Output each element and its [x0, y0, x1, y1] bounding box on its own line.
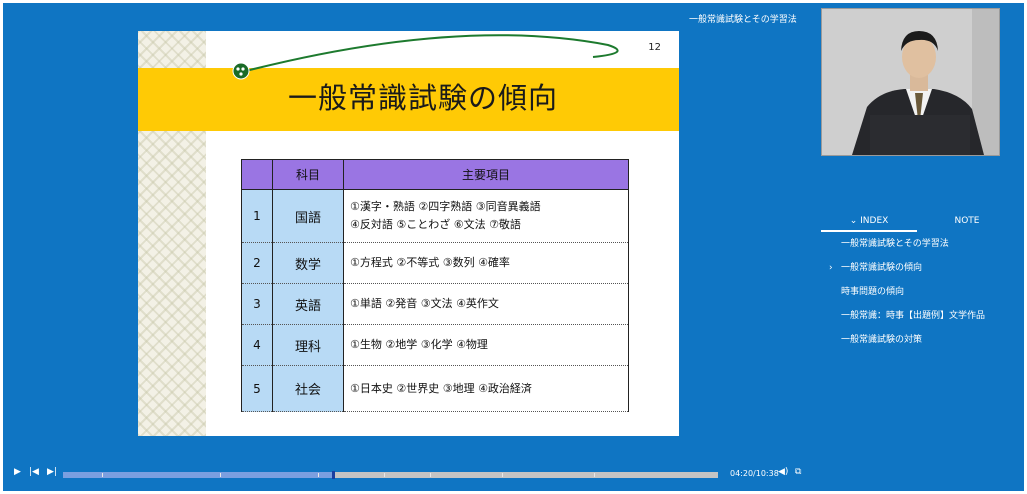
- chevron-right-icon: ›: [829, 263, 833, 273]
- row-item-line: ①漢字・熟語 ②四字熟語 ③同音異義語: [350, 200, 541, 213]
- table-header-cell: 主要項目: [343, 159, 629, 190]
- row-item-line: ①単語 ②発音 ③文法 ④英作文: [350, 297, 499, 310]
- row-item-line: ①日本史 ②世界史 ③地理 ④政治経済: [350, 381, 532, 395]
- slide: 12 一般常識試験の傾向 科目 主要項目 1 国語 ①漢字・熟語 ②四字熟語 ③…: [138, 31, 679, 436]
- video-player: 一般常識試験とその学習法 12 一般常識試験の傾向 科目 主要項目 1 国語 ①…: [3, 3, 1024, 491]
- row-number: 2: [241, 242, 273, 284]
- chapter-mark[interactable]: [383, 473, 385, 477]
- row-items: ①方程式 ②不等式 ③数列 ④確率: [343, 242, 629, 284]
- progress-knob[interactable]: [331, 471, 335, 479]
- row-subject: 英語: [272, 283, 344, 325]
- skip-forward-icon[interactable]: ▶|: [47, 467, 57, 477]
- time-display: 04:20/10:38: [730, 469, 779, 478]
- tab-index-label: INDEX: [860, 216, 889, 226]
- table-row: 3 英語 ①単語 ②発音 ③文法 ④英作文: [241, 283, 629, 325]
- slide-page-number: 12: [648, 42, 661, 53]
- index-item-label: 一般常識試験の傾向: [841, 263, 923, 273]
- chapter-mark[interactable]: [102, 473, 104, 477]
- row-item-line: ①方程式 ②不等式 ③数列 ④確率: [350, 256, 510, 269]
- table-header-row: 科目 主要項目: [241, 159, 629, 190]
- index-item[interactable]: 一般常識試験の対策: [821, 333, 1021, 357]
- tab-note[interactable]: NOTE: [921, 212, 1013, 230]
- progress-bar[interactable]: [63, 471, 718, 479]
- row-subject: 数学: [272, 242, 344, 284]
- row-items: ①単語 ②発音 ③文法 ④英作文: [343, 283, 629, 325]
- row-number: 1: [241, 189, 273, 243]
- table-row: 5 社会 ①日本史 ②世界史 ③地理 ④政治経済: [241, 365, 629, 412]
- chapter-mark[interactable]: [429, 473, 431, 477]
- lecturer-video[interactable]: [821, 8, 1000, 156]
- index-item[interactable]: 時事問題の傾向: [821, 285, 1021, 309]
- skip-back-icon[interactable]: |◀: [29, 467, 39, 477]
- player-controls: ▶ |◀ ▶| 04:20/10:38 ◀) ⧉: [3, 465, 1024, 485]
- row-number: 3: [241, 283, 273, 325]
- row-items: ①日本史 ②世界史 ③地理 ④政治経済: [343, 365, 629, 412]
- row-items: ①生物 ②地学 ③化学 ④物理: [343, 324, 629, 366]
- slide-title: 一般常識試験の傾向: [288, 81, 559, 115]
- chevron-down-icon: ⌄: [849, 216, 858, 226]
- index-item-current[interactable]: › 一般常識試験の傾向: [821, 261, 1021, 285]
- chapter-mark[interactable]: [501, 473, 503, 477]
- row-subject: 理科: [272, 324, 344, 366]
- fullscreen-icon[interactable]: ⧉: [795, 467, 801, 477]
- subjects-table: 科目 主要項目 1 国語 ①漢字・熟語 ②四字熟語 ③同音異義語 ④反対語 ⑤こ…: [241, 159, 629, 412]
- index-item-label: 一般常識試験の対策: [841, 335, 923, 345]
- row-subject: 社会: [272, 365, 344, 412]
- index-item-label: 一般常識：時事【出題例】文学作品: [841, 311, 986, 321]
- lecture-title: 一般常識試験とその学習法: [689, 15, 797, 25]
- table-header-cell: 科目: [272, 159, 344, 190]
- chapter-mark[interactable]: [593, 473, 595, 477]
- table-row: 4 理科 ①生物 ②地学 ③化学 ④物理: [241, 324, 629, 366]
- index-item-label: 時事問題の傾向: [841, 287, 905, 297]
- index-item[interactable]: 一般常識試験とその学習法: [821, 237, 1021, 261]
- chapter-mark[interactable]: [220, 473, 222, 477]
- index-item-label: 一般常識試験とその学習法: [841, 239, 949, 249]
- row-number: 5: [241, 365, 273, 412]
- index-item[interactable]: 一般常識：時事【出題例】文学作品: [821, 309, 1021, 333]
- row-subject: 国語: [272, 189, 344, 243]
- index-list: 一般常識試験とその学習法 › 一般常識試験の傾向 時事問題の傾向 一般常識：時事…: [821, 237, 1021, 357]
- tab-note-label: NOTE: [954, 216, 980, 226]
- row-item-line: ④反対語 ⑤ことわざ ⑥文法 ⑦敬語: [350, 218, 521, 231]
- row-items: ①漢字・熟語 ②四字熟語 ③同音異義語 ④反対語 ⑤ことわざ ⑥文法 ⑦敬語: [343, 189, 629, 243]
- side-panel-tabs: ⌄ INDEX NOTE: [821, 212, 1013, 232]
- play-icon[interactable]: ▶: [14, 467, 21, 477]
- row-item-line: ①生物 ②地学 ③化学 ④物理: [350, 338, 488, 351]
- progress-fill: [63, 472, 333, 478]
- volume-icon[interactable]: ◀): [778, 467, 788, 477]
- row-number: 4: [241, 324, 273, 366]
- table-row: 2 数学 ①方程式 ②不等式 ③数列 ④確率: [241, 242, 629, 284]
- table-row: 1 国語 ①漢字・熟語 ②四字熟語 ③同音異義語 ④反対語 ⑤ことわざ ⑥文法 …: [241, 189, 629, 243]
- table-header-cell: [241, 159, 273, 190]
- lecturer-image: [822, 9, 999, 155]
- tab-index[interactable]: ⌄ INDEX: [821, 212, 917, 232]
- chapter-mark[interactable]: [318, 473, 320, 477]
